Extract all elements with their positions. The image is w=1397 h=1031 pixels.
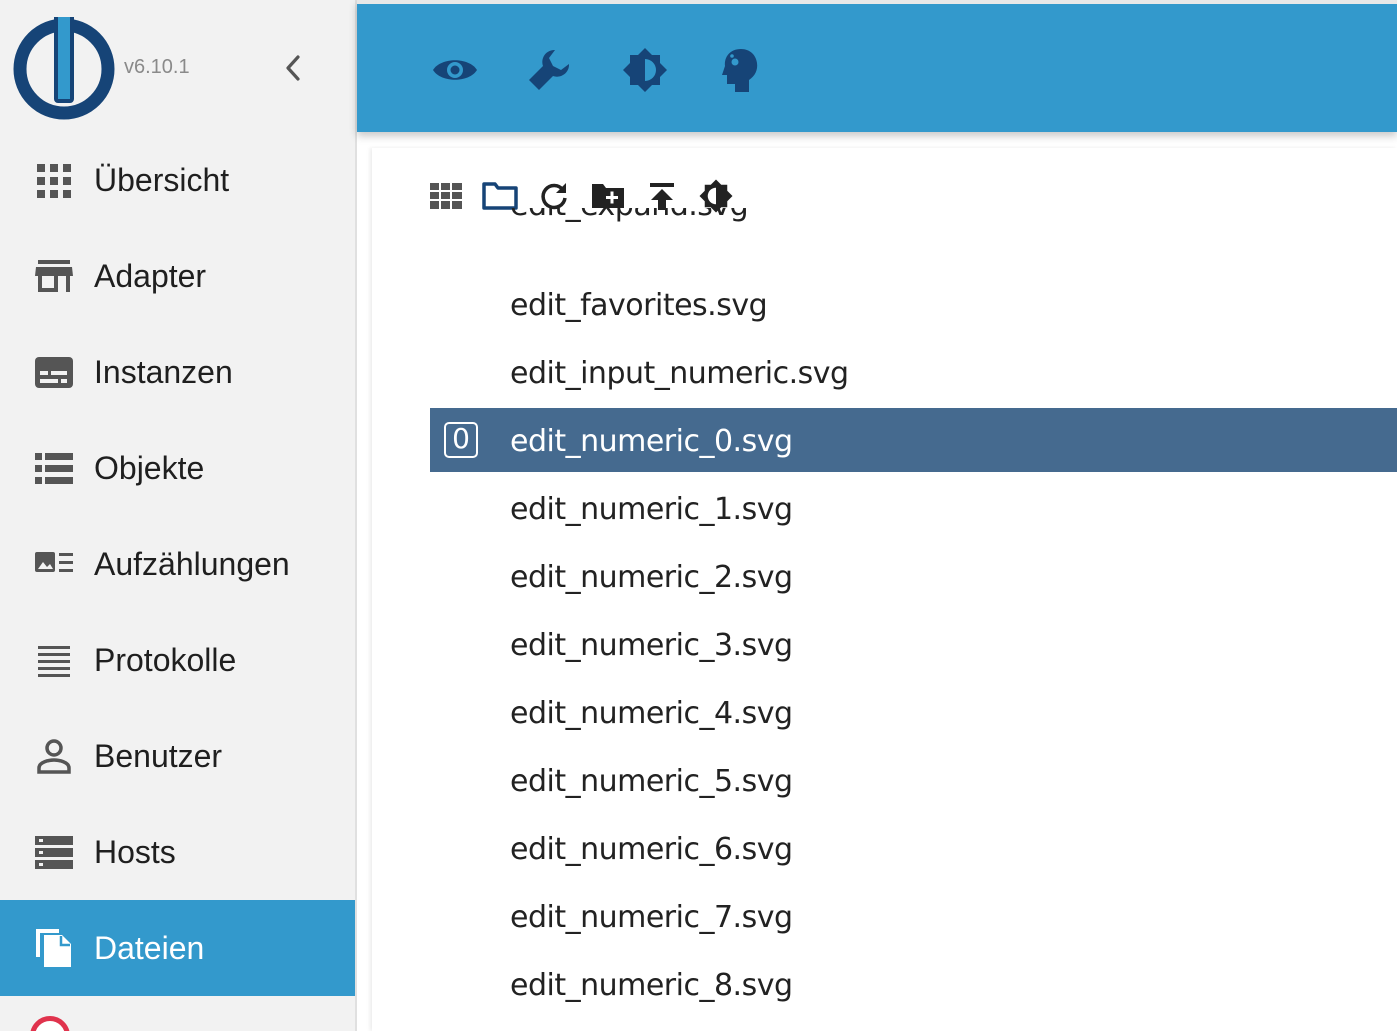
sidebar-item-hosts[interactable]: Hosts: [0, 804, 355, 900]
sidebar-item-instanzen[interactable]: Instanzen: [0, 324, 355, 420]
version-label: v6.10.1: [124, 56, 190, 78]
file-name: edit_numeric_7.svg: [510, 900, 793, 935]
theme-toggle-button[interactable]: [619, 44, 671, 96]
list-item[interactable]: edit_numeric_4.svg: [430, 684, 1397, 748]
file-list: edit_expand.svg edit_favorites.svg edit_…: [430, 208, 1397, 1031]
file-name: edit_expand.svg: [510, 208, 749, 223]
file-name: edit_numeric_1.svg: [510, 492, 793, 527]
folder-icon: [482, 182, 518, 210]
sidebar-item-dateien[interactable]: Dateien: [0, 900, 355, 996]
file-name: edit_numeric_5.svg: [510, 764, 793, 799]
file-name: edit_numeric_4.svg: [510, 696, 793, 731]
sidebar-item-label: Instanzen: [94, 354, 233, 390]
sidebar-item-label: Hosts: [94, 834, 176, 870]
file-browser: edit_expand.svg edit_favorites.svg edit_…: [372, 148, 1397, 1031]
list-item[interactable]: edit_numeric_3.svg: [430, 616, 1397, 680]
files-icon: [36, 929, 71, 967]
file-name: edit_favorites.svg: [510, 288, 768, 323]
list-item[interactable]: edit_favorites.svg: [430, 276, 1397, 340]
file-name: edit_numeric_6.svg: [510, 832, 793, 867]
store-icon: [35, 260, 73, 292]
sidebar-item-label: Benutzer: [94, 738, 223, 774]
storage-icon: [35, 836, 73, 869]
list-item[interactable]: edit_numeric_2.svg: [430, 548, 1397, 612]
logo-area: v6.10.1: [0, 0, 355, 132]
list-item[interactable]: edit_numeric_1.svg: [430, 480, 1397, 544]
logout-icon[interactable]: [30, 1016, 70, 1031]
sidebar-item-label: Protokolle: [94, 642, 237, 678]
iobroker-logo: [13, 17, 115, 120]
apps-grid-icon: [37, 164, 71, 198]
list-item[interactable]: edit_numeric_6.svg: [430, 820, 1397, 884]
sidebar-item-label: Aufzählungen: [94, 546, 290, 582]
upload-icon: [650, 183, 674, 210]
person-icon: [37, 739, 71, 774]
list-item[interactable]: edit_input_numeric.svg: [430, 344, 1397, 408]
chevron-left-icon: [286, 55, 300, 81]
sidebar: v6.10.1 Übersicht Adapter Instanzen Obje…: [0, 0, 357, 1031]
sidebar-item-label: Objekte: [94, 450, 205, 486]
sidebar-item-protokolle[interactable]: Protokolle: [0, 612, 355, 708]
expert-mode-button[interactable]: [715, 44, 767, 96]
list-item[interactable]: edit_expand.svg: [430, 208, 1397, 240]
sidebar-item-objekte[interactable]: Objekte: [0, 420, 355, 516]
image-list-icon: [35, 552, 73, 572]
file-name: edit_numeric_2.svg: [510, 560, 793, 595]
list-item[interactable]: edit_numeric_7.svg: [430, 888, 1397, 952]
list-item[interactable]: edit_numeric_8.svg: [430, 956, 1397, 1020]
eye-icon: [433, 60, 477, 80]
eye-button[interactable]: [429, 44, 481, 96]
sidebar-item-uebersicht[interactable]: Übersicht: [0, 132, 355, 228]
sidebar-item-label: Dateien: [94, 930, 205, 966]
sidebar-item-benutzer[interactable]: Benutzer: [0, 708, 355, 804]
subtitles-icon: [35, 357, 73, 388]
sidebar-item-label: Übersicht: [94, 162, 230, 198]
brightness-icon: [623, 48, 667, 92]
list-item-selected[interactable]: 0 edit_numeric_0.svg: [430, 408, 1397, 472]
list-item[interactable]: edit_numeric_5.svg: [430, 752, 1397, 816]
wrench-icon: [529, 49, 570, 90]
file-name: edit_numeric_3.svg: [510, 628, 793, 663]
wrench-button[interactable]: [523, 44, 575, 96]
sidebar-item-aufzaehlungen[interactable]: Aufzählungen: [0, 516, 355, 612]
sidebar-item-adapter[interactable]: Adapter: [0, 228, 355, 324]
file-name: edit_numeric_8.svg: [510, 968, 793, 1003]
list-icon: [35, 453, 73, 484]
top-app-bar: [357, 0, 1397, 132]
sidebar-item-label: Adapter: [94, 258, 207, 294]
numeric-0-icon: 0: [444, 422, 478, 458]
tile-view-icon: [430, 183, 462, 209]
file-name: edit_input_numeric.svg: [510, 356, 849, 391]
expert-head-icon: [722, 49, 758, 92]
collapse-sidebar-button[interactable]: [274, 48, 312, 88]
new-folder-icon: [592, 184, 624, 208]
file-name: edit_numeric_0.svg: [510, 424, 793, 459]
lines-icon: [38, 646, 70, 677]
